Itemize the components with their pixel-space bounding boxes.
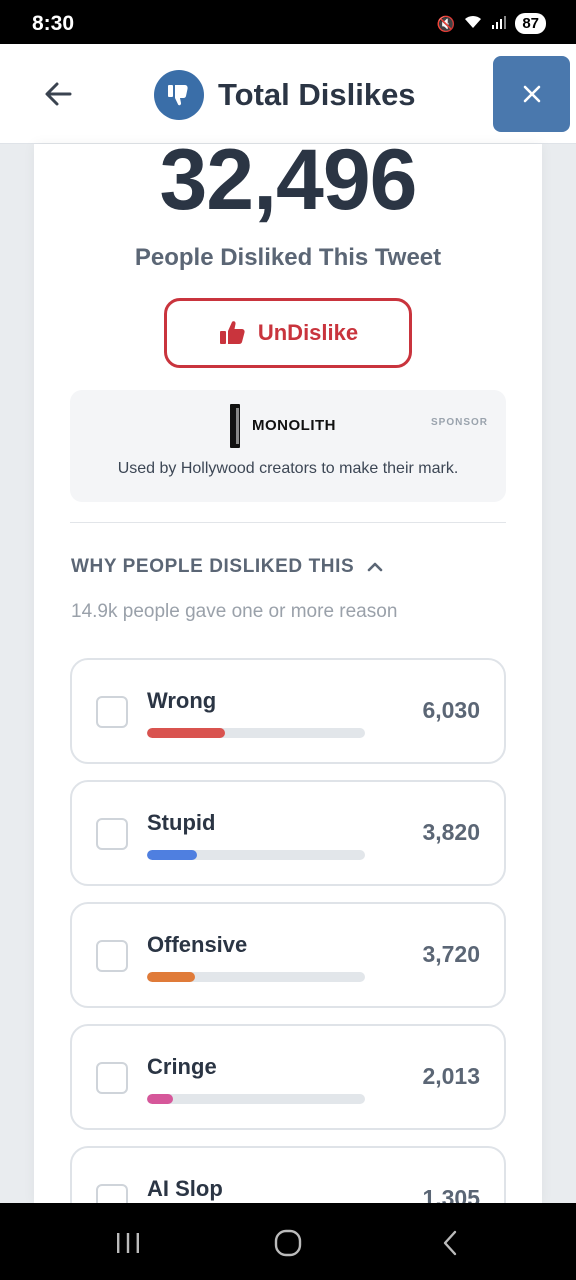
reasons-title: WHY PEOPLE DISLIKED THIS [71, 556, 355, 577]
sponsor-logo [230, 404, 240, 448]
battery-indicator: 87 [515, 13, 546, 34]
home-icon [274, 1229, 302, 1257]
undislike-button[interactable]: UnDislike [164, 298, 412, 368]
thumbs-down-icon [154, 70, 204, 120]
sponsor-name: MONOLITH [252, 417, 336, 434]
reason-item-cringe[interactable]: Cringe 2,013 [70, 1024, 506, 1130]
reason-bar-fill [147, 1094, 174, 1104]
undislike-label: UnDislike [257, 320, 359, 345]
reason-count: 2,013 [422, 1063, 480, 1089]
mute-icon: 🔇 [436, 15, 456, 33]
reason-item-wrong[interactable]: Wrong 6,030 [70, 658, 506, 764]
reason-bar-fill [147, 850, 198, 860]
reason-label: Stupid [147, 810, 216, 835]
recent-apps-button[interactable] [108, 1223, 148, 1263]
status-time: 8:30 [32, 12, 75, 35]
reason-bar-fill [147, 728, 226, 738]
reason-checkbox[interactable] [96, 1184, 128, 1204]
reason-count: 6,030 [422, 697, 480, 723]
thumbs-up-icon [219, 321, 245, 344]
page-title: Total Dislikes [218, 77, 416, 112]
reason-checkbox[interactable] [96, 1062, 128, 1094]
reason-bar-fill [147, 972, 195, 982]
wifi-icon [463, 14, 483, 34]
reason-bar [147, 728, 365, 738]
status-icons: 🔇 87 [437, 13, 546, 34]
sponsor-tag: SPONSOR [430, 417, 488, 428]
divider [70, 522, 506, 523]
reason-label: Offensive [147, 932, 248, 957]
dislikes-card: 32,496 People Disliked This Tweet UnDisl… [34, 144, 542, 1204]
reason-count: 3,720 [422, 941, 480, 967]
chevron-up-icon [367, 562, 383, 572]
header-title-group: Total Dislikes [154, 70, 416, 120]
reason-label: AI Slop [147, 1176, 223, 1201]
reason-item-stupid[interactable]: Stupid 3,820 [70, 780, 506, 886]
reason-bar [147, 972, 365, 982]
arrow-left-icon [45, 82, 72, 106]
reason-item-ai-slop[interactable]: AI Slop 1,305 [70, 1146, 506, 1204]
close-icon [523, 85, 540, 103]
recent-apps-icon [117, 1233, 139, 1253]
reasons-list: Wrong 6,030 Stupid 3,820 Offensive 3,720… [70, 658, 506, 1204]
reason-label: Wrong [147, 688, 217, 713]
dislike-count-label: People Disliked This Tweet [134, 244, 442, 271]
sponsor-banner[interactable]: MONOLITH SPONSOR Used by Hollywood creat… [70, 390, 506, 502]
home-button[interactable] [268, 1223, 308, 1263]
back-chevron-icon [443, 1230, 457, 1256]
header: Total Dislikes [0, 44, 576, 144]
reasons-subtitle: 14.9k people gave one or more reason [71, 601, 398, 622]
reason-item-offensive[interactable]: Offensive 3,720 [70, 902, 506, 1008]
sponsor-text: Used by Hollywood creators to make their… [117, 460, 459, 477]
system-back-button[interactable] [430, 1223, 470, 1263]
reason-bar [147, 850, 365, 860]
reason-bar [147, 1094, 365, 1104]
reason-checkbox[interactable] [96, 940, 128, 972]
reason-checkbox[interactable] [96, 818, 128, 850]
dislike-count: 32,496 [159, 144, 417, 228]
back-button[interactable] [40, 74, 78, 114]
reason-checkbox[interactable] [96, 696, 128, 728]
status-bar: 8:30 🔇 87 [0, 0, 576, 44]
reason-count: 3,820 [422, 819, 480, 845]
close-button[interactable] [493, 56, 570, 132]
reason-label: Cringe [147, 1054, 217, 1079]
reasons-toggle[interactable]: WHY PEOPLE DISLIKED THIS [71, 556, 384, 578]
system-nav-bar [0, 1203, 576, 1280]
signal-icon [491, 14, 507, 34]
reason-count: 1,305 [422, 1185, 480, 1204]
